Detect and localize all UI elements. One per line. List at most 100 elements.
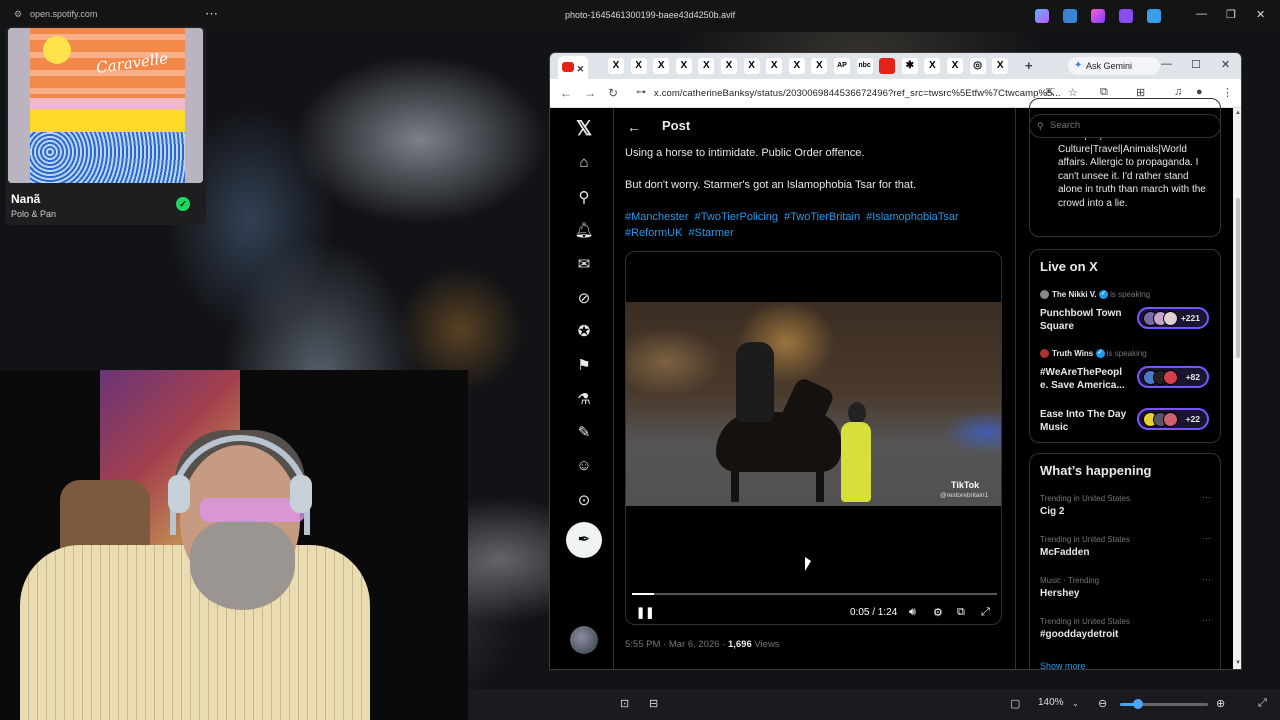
scroll-up-icon[interactable]: ▲	[1235, 110, 1241, 116]
profile-icon[interactable]: ●	[1196, 86, 1203, 98]
browser-close-icon[interactable]: ✕	[1221, 58, 1230, 71]
zoom-slider-handle[interactable]	[1133, 699, 1143, 709]
trend-name[interactable]: #gooddaydetroit	[1040, 629, 1118, 640]
jobs-icon[interactable]: ⚗	[574, 390, 594, 408]
minimize-icon[interactable]: —	[1196, 8, 1207, 20]
communities-icon[interactable]: ✎	[574, 423, 594, 441]
profile-nav-icon[interactable]: ☺	[574, 457, 594, 474]
paint-icon[interactable]	[1063, 9, 1077, 23]
copilot-icon[interactable]	[1035, 9, 1049, 23]
explore-icon[interactable]: ⚲	[574, 188, 594, 206]
cloud-icon[interactable]	[1147, 9, 1161, 23]
zoom-out-icon[interactable]: ⊖	[1098, 697, 1107, 710]
menu-icon[interactable]: ⋮	[1222, 86, 1233, 99]
home-icon[interactable]: ⌂	[574, 154, 594, 171]
live-listeners-pill[interactable]: +82	[1137, 366, 1209, 388]
account-avatar[interactable]	[570, 626, 598, 654]
browser-tab[interactable]: X	[653, 58, 670, 74]
back-icon[interactable]: ←	[560, 86, 572, 100]
zoom-in-icon[interactable]: ⊕	[1216, 697, 1225, 710]
scroll-down-icon[interactable]: ▼	[1235, 660, 1241, 666]
scrollbar-thumb[interactable]	[1236, 198, 1240, 358]
hashtag-link[interactable]: #TwoTierPolicing	[695, 211, 778, 223]
live-listeners-pill[interactable]: +22	[1137, 408, 1209, 430]
trend-more-icon[interactable]: ···	[1202, 615, 1211, 625]
browser-tab[interactable]: X	[947, 58, 963, 74]
url-field[interactable]: x.com/catherineBanksy/status/20300698445…	[654, 88, 1061, 99]
browser-tab[interactable]: X	[608, 58, 624, 74]
hashtag-link[interactable]: #IslamophobiaTsar	[866, 211, 958, 223]
browser-minimize-icon[interactable]: —	[1161, 58, 1172, 70]
browser-maximize-icon[interactable]: ☐	[1191, 58, 1201, 71]
new-tab-button[interactable]: +	[1021, 58, 1037, 74]
browser-tab[interactable]: X	[721, 58, 737, 74]
browser-tab[interactable]: X	[630, 58, 647, 74]
text-select-icon[interactable]: ⊟	[649, 697, 658, 710]
video-player[interactable]: TikTok @restorebritain1 ❚❚ 0:05 / 1:24 🔊…	[625, 251, 1002, 625]
tab-active[interactable]: ✕	[558, 56, 588, 79]
settings-gear-icon[interactable]: ⚙	[933, 606, 943, 619]
volume-icon[interactable]: 🔊︎	[909, 606, 916, 619]
verified-orgs-icon[interactable]: ✪	[574, 322, 594, 340]
compose-post-button[interactable]: ✒	[566, 522, 602, 558]
browser-tab[interactable]: X	[924, 58, 941, 74]
search-input[interactable]: ⚲ Search	[1029, 114, 1221, 138]
app-icon[interactable]	[1091, 9, 1105, 23]
ask-gemini-button[interactable]: ✦ Ask Gemini	[1068, 57, 1160, 75]
forward-icon[interactable]: →	[584, 86, 596, 100]
browser-tab[interactable]	[879, 58, 896, 74]
browser-tab[interactable]: X	[675, 58, 692, 74]
trend-name[interactable]: McFadden	[1040, 547, 1089, 558]
trend-more-icon[interactable]: ···	[1202, 574, 1211, 584]
bookmarks-icon[interactable]: ⚑	[574, 356, 594, 374]
fullscreen-video-icon[interactable]: ⤢	[981, 606, 990, 619]
picture-in-picture-icon[interactable]: ⧉	[957, 606, 965, 619]
browser-tab[interactable]: X	[766, 58, 783, 74]
media-icon[interactable]: ♫	[1174, 86, 1182, 98]
notifications-icon[interactable]: 🔔︎	[574, 221, 594, 239]
crop-icon[interactable]: ⊡	[620, 697, 629, 710]
site-settings-icon[interactable]: ⚙	[14, 9, 22, 20]
trend-more-icon[interactable]: ···	[1202, 492, 1211, 502]
browser-tab[interactable]: AP	[834, 58, 850, 74]
site-info-icon[interactable]: ⊶	[636, 87, 646, 98]
restore-icon[interactable]: ❐	[1226, 8, 1236, 21]
more-nav-icon[interactable]: ⊙	[574, 491, 594, 509]
trend-name[interactable]: Cig 2	[1040, 506, 1064, 517]
video-frame[interactable]: TikTok @restorebritain1	[626, 302, 1001, 506]
browser-tab[interactable]: ✱	[901, 58, 918, 74]
trend-more-icon[interactable]: ···	[1202, 533, 1211, 543]
page-scrollbar[interactable]	[1233, 108, 1241, 669]
reload-icon[interactable]: ↻	[608, 86, 618, 100]
x-logo-icon[interactable]: 𝕏	[574, 116, 594, 141]
browser-tab[interactable]: X	[811, 58, 828, 74]
show-more-link[interactable]: Show more	[1040, 661, 1086, 669]
zoom-level[interactable]: 140%	[1038, 697, 1064, 708]
video-progress-bar[interactable]	[632, 593, 997, 595]
browser-tab[interactable]: X	[788, 58, 805, 74]
saved-check-icon[interactable]: ✓	[176, 197, 190, 211]
close-icon[interactable]: ✕	[1256, 8, 1265, 21]
more-options-icon[interactable]: ⋯	[205, 6, 218, 22]
live-listeners-pill[interactable]: +221	[1137, 307, 1209, 329]
pause-icon[interactable]: ❚❚	[636, 606, 654, 619]
live-space-title[interactable]: Punchbowl Town Square	[1040, 307, 1132, 333]
stream-icon[interactable]	[1119, 9, 1133, 23]
zoom-dropdown-icon[interactable]: ⌄	[1072, 699, 1079, 708]
browser-tab[interactable]: ◎	[969, 58, 986, 74]
live-space-title[interactable]: #WeAreThePeopl e. Save America...	[1040, 366, 1132, 392]
fullscreen-icon[interactable]: ⤢	[1258, 697, 1267, 710]
hashtag-link[interactable]: #Manchester	[625, 211, 689, 223]
grok-icon[interactable]: ⊘	[574, 289, 594, 307]
spotify-mini-player[interactable]: Caravelle Nanã Polo & Pan ✓	[5, 26, 206, 225]
back-arrow-icon[interactable]: ←	[627, 119, 641, 135]
fit-icon[interactable]: ▢	[1010, 697, 1020, 710]
browser-tab[interactable]: X	[992, 58, 1009, 74]
hashtag-link[interactable]: #Starmer	[689, 227, 734, 239]
browser-tab[interactable]: X	[698, 58, 715, 74]
browser-tab[interactable]: X	[743, 58, 760, 74]
hashtag-link[interactable]: #ReformUK	[625, 227, 682, 239]
messages-icon[interactable]: ✉	[574, 255, 594, 273]
hashtag-link[interactable]: #TwoTierBritain	[784, 211, 860, 223]
browser-tab[interactable]: nbc	[856, 58, 873, 74]
